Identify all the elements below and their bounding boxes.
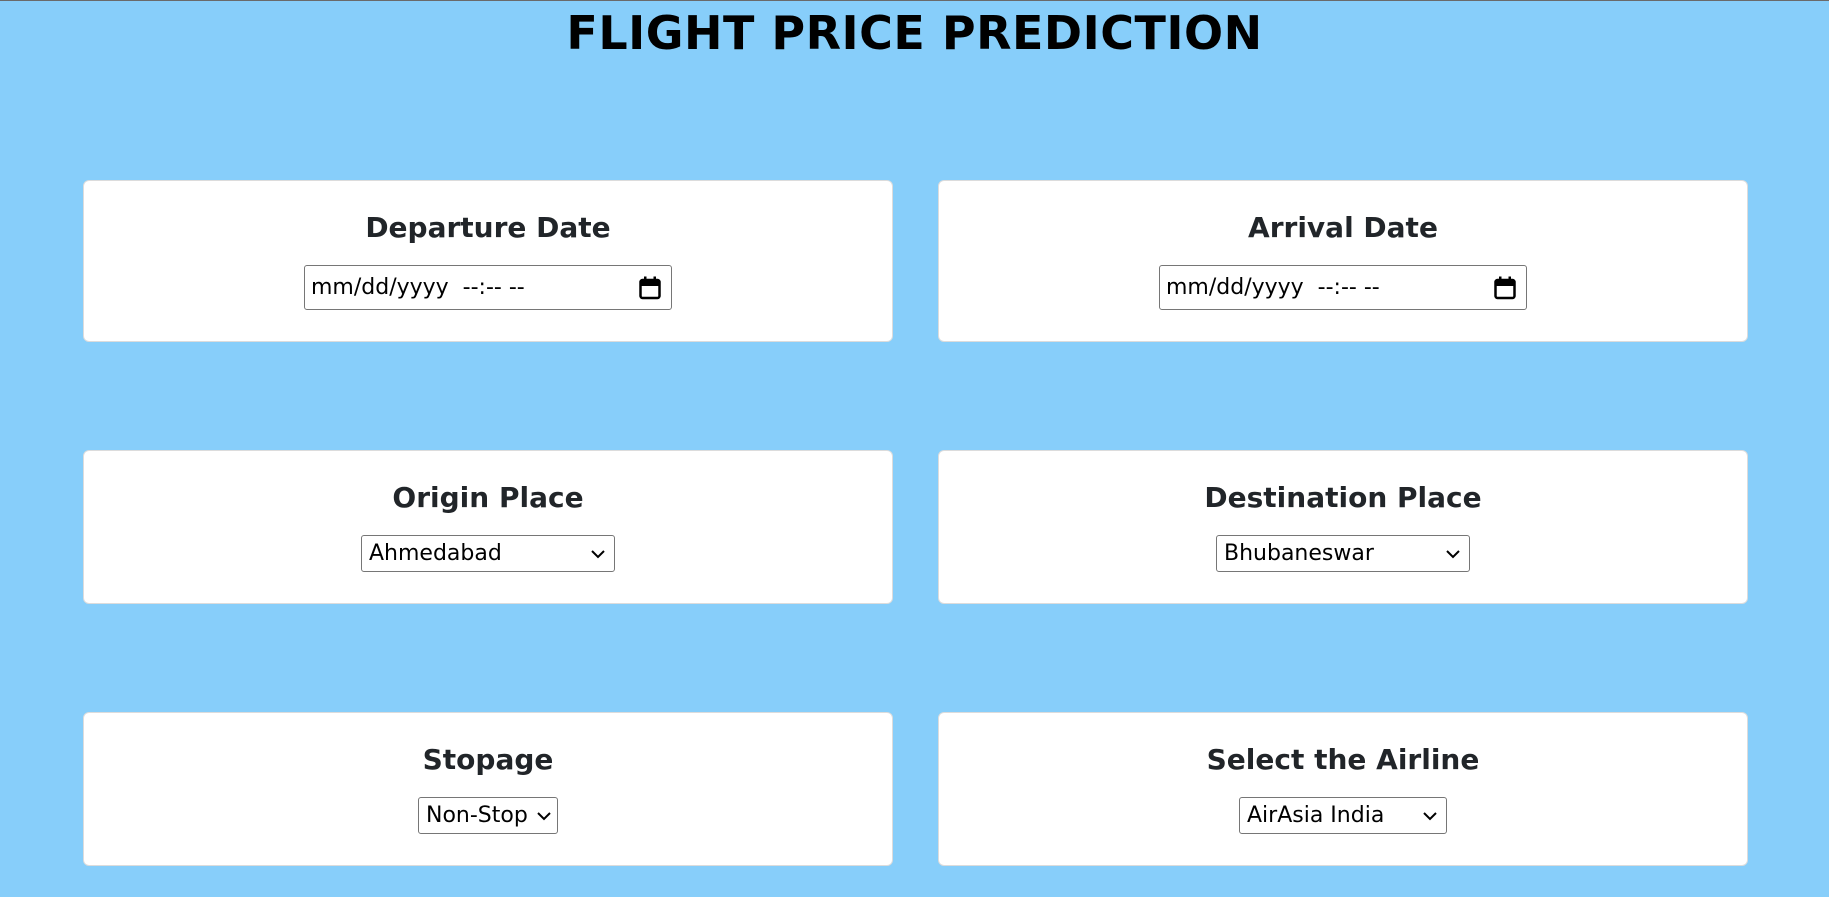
destination-place-value: Bhubaneswar: [1224, 541, 1374, 566]
arrival-date-input[interactable]: mm/dd/yyyy --:-- --: [1159, 265, 1527, 310]
calendar-icon[interactable]: [639, 276, 661, 300]
page-title: FLIGHT PRICE PREDICTION: [566, 6, 1263, 60]
origin-place-value: Ahmedabad: [369, 541, 502, 566]
chevron-down-icon: [1446, 549, 1460, 558]
arrival-date-card: Arrival Date mm/dd/yyyy --:-- --: [938, 180, 1748, 342]
destination-place-card: Destination Place Bhubaneswar: [938, 450, 1748, 604]
departure-date-card: Departure Date mm/dd/yyyy --:-- --: [83, 180, 893, 342]
airline-label: Select the Airline: [1206, 743, 1480, 776]
origin-place-card: Origin Place Ahmedabad: [83, 450, 893, 604]
destination-place-select[interactable]: Bhubaneswar: [1216, 535, 1470, 572]
origin-place-select[interactable]: Ahmedabad: [361, 535, 615, 572]
destination-place-label: Destination Place: [1204, 481, 1482, 514]
chevron-down-icon: [1423, 811, 1437, 820]
airline-select[interactable]: AirAsia India: [1239, 797, 1447, 834]
stopage-card: Stopage Non-Stop: [83, 712, 893, 866]
departure-date-input[interactable]: mm/dd/yyyy --:-- --: [304, 265, 672, 310]
stopage-value: Non-Stop: [426, 803, 528, 828]
arrival-date-placeholder: mm/dd/yyyy --:-- --: [1166, 275, 1380, 300]
calendar-icon[interactable]: [1494, 276, 1516, 300]
stopage-select[interactable]: Non-Stop: [418, 797, 558, 834]
airline-card: Select the Airline AirAsia India: [938, 712, 1748, 866]
chevron-down-icon: [591, 549, 605, 558]
departure-date-placeholder: mm/dd/yyyy --:-- --: [311, 275, 525, 300]
chevron-down-icon: [537, 811, 551, 820]
stopage-label: Stopage: [422, 743, 554, 776]
airline-value: AirAsia India: [1247, 803, 1385, 828]
origin-place-label: Origin Place: [392, 481, 584, 514]
arrival-date-label: Arrival Date: [1248, 211, 1438, 244]
departure-date-label: Departure Date: [365, 211, 611, 244]
